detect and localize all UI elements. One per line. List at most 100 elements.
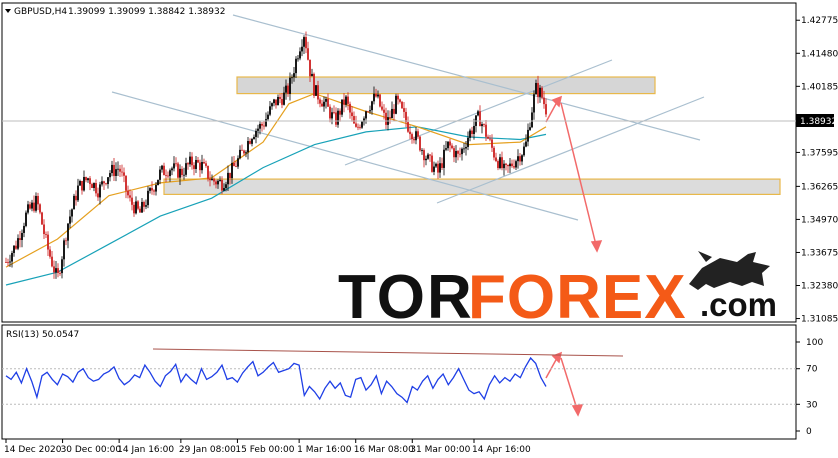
candle-body [289,77,291,94]
candle-body [47,234,49,250]
candle-body [185,163,187,175]
candle-body [65,240,67,242]
candle-body [479,111,481,127]
candle-body [343,99,345,105]
candle-body [261,123,263,126]
candle-body [379,94,381,107]
candle-body [161,165,163,170]
candle-body [335,112,337,125]
candle-body [173,163,175,169]
logo-tor-text: TOR [338,263,474,332]
candle-body [13,245,15,253]
candle-body [157,179,159,186]
candle-body [299,51,301,59]
candle-body [29,204,31,209]
candle-body [5,262,7,263]
candle-body [107,177,109,185]
candle-body [281,98,283,105]
candle-body [407,122,409,132]
support-zone [163,178,781,195]
candle-body [497,161,499,169]
candle-body [123,172,125,176]
candle-body [137,201,139,209]
candle-body [183,174,185,176]
candle-body [7,262,9,263]
candle-body [115,169,117,176]
candle-body [383,109,385,113]
candle-body [129,195,131,198]
candle-body [471,130,473,134]
candle-body [19,238,21,240]
candle-body [325,98,327,102]
candle-body [81,180,83,191]
candle-body [491,139,493,148]
candle-body [393,108,395,114]
candle-body [467,137,469,147]
candle-body [371,101,373,111]
candle-body [193,165,195,169]
candle-body [247,141,249,153]
candle-body [365,111,367,119]
candle-body [483,124,485,125]
candle-body [353,116,355,124]
candle-body [487,136,489,139]
candle-body [391,108,393,119]
time-axis: 14 Dec 2020 30 Dec 00:0014 Jan 16:00 29 Ja… [4,439,531,455]
candle-body [411,134,413,140]
candle-body [243,150,245,154]
candle-body [403,108,405,112]
candle-body [41,212,43,225]
candle-body [267,114,269,120]
time-tick-label: 29 Jan 08:00 [179,445,236,455]
candle-body [317,85,319,100]
candle-body [135,201,137,214]
candle-body [151,188,153,191]
candle-body [211,178,213,181]
logo-com-text: .com [700,286,777,323]
candle-body [207,165,209,179]
candle-body [327,98,329,107]
candle-body [253,136,255,140]
symbol-label: GBPUSD,H4 [14,7,67,17]
candle-body [323,101,325,107]
candle-body [273,99,275,104]
candle-body [149,188,151,191]
candle-body [401,101,403,109]
price-tick-label: 1.32380 [801,282,838,292]
candle-body [507,164,509,167]
candle-body [195,159,197,169]
candle-body [347,96,349,104]
candle-body [219,179,221,181]
time-tick-label: 15 Feb 00:00 [235,445,294,455]
candle-body [361,121,363,128]
candle-body [499,157,501,169]
candle-body [339,110,341,115]
candle-body [67,223,69,241]
candle-body [139,208,141,213]
candle-body [311,73,313,77]
candle-body [481,124,483,127]
candle-body [217,180,219,185]
candle-body [287,85,289,94]
candle-body [435,163,437,167]
time-tick-label: 30 Dec 00:00 [61,445,122,455]
candle-body [513,166,515,168]
candle-body [367,111,369,113]
candle-body [71,209,73,217]
candle-body [241,149,243,151]
time-tick-label: 14 Apr 16:00 [472,445,531,455]
candle-body [295,58,297,74]
candle-body [165,175,167,176]
candle-body [235,166,237,167]
torforex-logo: TOR FOREX .com [338,251,777,332]
candle-body [375,93,377,97]
candle-body [357,126,359,128]
candle-body [119,168,121,172]
candle-body [227,172,229,185]
candle-body [51,256,53,267]
candle-body [259,123,261,129]
candle-body [313,73,315,96]
candle-body [93,183,95,188]
candle-body [55,268,57,273]
candle-body [61,259,63,274]
